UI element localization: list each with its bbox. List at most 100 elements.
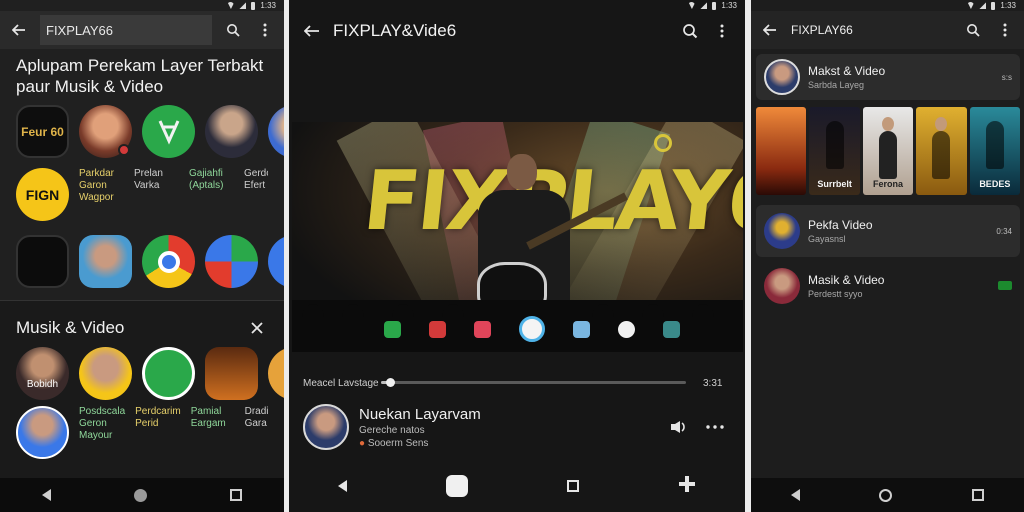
section-label-3[interactable]: Pamial Eargam bbox=[191, 406, 235, 430]
app-icon-fire[interactable] bbox=[205, 347, 258, 400]
card-thumb bbox=[764, 213, 800, 249]
more-vert-icon[interactable] bbox=[254, 19, 276, 41]
record-button[interactable] bbox=[519, 316, 545, 342]
app-title: FIXPLAY&Vide6 bbox=[333, 21, 457, 40]
app-icon-badge[interactable] bbox=[142, 347, 195, 400]
app-icon-orange[interactable] bbox=[268, 347, 284, 400]
back-arrow-icon[interactable] bbox=[301, 20, 323, 42]
app-icon-feur[interactable]: Feur 60 bbox=[16, 105, 69, 158]
poster-face bbox=[935, 117, 948, 131]
badge-icon bbox=[118, 144, 130, 156]
card-sub: Sarbda Layeg bbox=[808, 80, 865, 90]
search-icon[interactable] bbox=[962, 19, 984, 41]
library-card-3[interactable]: Masik & Video Perdestt syyo bbox=[756, 264, 1020, 308]
now-playing-row[interactable]: Nuekan Layarvam Gereche natos ● Sooerm S… bbox=[303, 402, 731, 452]
app-icon-multi[interactable] bbox=[205, 235, 258, 288]
effect-green-icon[interactable] bbox=[384, 320, 401, 338]
nav-recents-icon[interactable] bbox=[972, 489, 985, 501]
section-label-2[interactable]: Perdcarim Perid bbox=[135, 406, 181, 430]
poster-1[interactable] bbox=[756, 107, 807, 195]
timer-icon[interactable] bbox=[618, 320, 635, 338]
app-label-3[interactable]: Gajiahfi (Aptals) bbox=[189, 168, 234, 192]
section-label-4[interactable]: Dradisi Gara bbox=[245, 406, 268, 430]
nav-back-icon[interactable] bbox=[338, 480, 348, 492]
effect-red-icon[interactable] bbox=[429, 320, 446, 338]
app-icon-portrait[interactable] bbox=[79, 105, 132, 158]
status-bar: 1:33 bbox=[0, 0, 284, 11]
nav-recents-icon[interactable] bbox=[566, 480, 579, 492]
card-thumb bbox=[764, 268, 800, 304]
now-playing-sub: Gereche natos bbox=[359, 424, 425, 436]
app-icon-portrait-blue[interactable] bbox=[16, 406, 69, 459]
app-icon-avatar[interactable] bbox=[205, 105, 258, 158]
card-meta: 0:34 bbox=[996, 226, 1012, 236]
poster-caption: Ferona bbox=[873, 179, 904, 189]
section-row-2: Posdscala Geron Mayour Perdcarim Perid P… bbox=[0, 406, 284, 459]
player-appbar: FIXPLAY&Vide6 bbox=[289, 11, 745, 51]
status-time: 1:33 bbox=[260, 1, 276, 10]
screen-icon[interactable] bbox=[663, 320, 680, 338]
poster-face bbox=[882, 117, 895, 131]
search-icon[interactable] bbox=[222, 19, 244, 41]
now-playing-sub2-text: Sooerm Sens bbox=[367, 437, 429, 449]
nav-home-icon[interactable] bbox=[133, 488, 147, 502]
app-icon-blue[interactable] bbox=[268, 235, 284, 288]
hero-title: Aplupam Perekam Layer Terbakt paur Musik… bbox=[16, 56, 264, 96]
more-horiz-icon[interactable] bbox=[699, 416, 731, 438]
nav-recents-icon[interactable] bbox=[230, 489, 243, 501]
effect-image-icon[interactable] bbox=[474, 320, 491, 338]
app-icon-green[interactable] bbox=[142, 105, 195, 158]
poster-figure bbox=[932, 131, 951, 179]
video-player[interactable]: FIXPLAY66 bbox=[292, 122, 743, 352]
transition-icon[interactable] bbox=[573, 320, 590, 338]
poster-3[interactable]: Ferona bbox=[862, 107, 914, 195]
now-playing-title: Nuekan Layarvam bbox=[359, 405, 481, 423]
nav-back-icon[interactable] bbox=[790, 489, 800, 501]
signal-icon bbox=[979, 2, 987, 9]
chrome-icon[interactable] bbox=[142, 235, 195, 288]
nav-back-icon[interactable] bbox=[41, 489, 51, 501]
library-card-2[interactable]: Pekfa Video Gayasnsl 0:34 bbox=[756, 205, 1020, 257]
app-label-2[interactable]: Prelan Varka bbox=[134, 168, 179, 192]
app-icon-caption: FIGN bbox=[25, 186, 60, 203]
wifi-icon bbox=[227, 2, 235, 9]
poster-2[interactable]: Surrbelt bbox=[809, 107, 860, 195]
app-icon-bobidh[interactable]: Bobidh bbox=[16, 347, 69, 400]
green-badge-icon bbox=[998, 280, 1012, 290]
now-playing-sub2: ● Sooerm Sens bbox=[359, 438, 481, 449]
app-label-1[interactable]: Parkdar Garon Wagpor bbox=[79, 168, 124, 204]
seek-bar[interactable] bbox=[381, 378, 686, 387]
close-icon[interactable] bbox=[246, 317, 268, 339]
search-icon[interactable] bbox=[679, 20, 701, 42]
registered-mark bbox=[654, 134, 672, 152]
search-field[interactable]: FIXPLAY66 bbox=[40, 15, 212, 45]
more-vert-icon[interactable] bbox=[711, 20, 733, 42]
app-icon-portrait-yellow[interactable] bbox=[79, 347, 132, 400]
library-appbar: FIXPLAY66 bbox=[751, 11, 1024, 49]
more-vert-icon[interactable] bbox=[994, 19, 1016, 41]
creator-avatar[interactable] bbox=[303, 404, 349, 450]
game-controller-icon[interactable] bbox=[678, 475, 696, 498]
battery-icon bbox=[251, 1, 256, 10]
volume-icon[interactable] bbox=[667, 416, 689, 438]
seek-thumb[interactable] bbox=[386, 378, 396, 387]
poster-5[interactable]: BEDES bbox=[969, 107, 1021, 195]
section-label-1[interactable]: Posdscala Geron Mayour bbox=[79, 406, 125, 442]
app-icon-face[interactable] bbox=[79, 235, 132, 288]
poster-figure bbox=[985, 121, 1004, 169]
battery-icon bbox=[991, 1, 996, 10]
app-label-4[interactable]: Gerdo Efert bbox=[244, 168, 268, 192]
app-icon-caption: Feur 60 bbox=[21, 124, 64, 139]
card-thumb bbox=[764, 59, 800, 95]
nav-home-icon[interactable] bbox=[879, 488, 893, 502]
app-icon-dark[interactable] bbox=[16, 235, 69, 288]
battery-icon bbox=[712, 1, 717, 10]
library-card-1[interactable]: Makst & Video Sarbda Layeg s:s bbox=[756, 54, 1020, 100]
app-title: FIXPLAY66 bbox=[791, 23, 853, 37]
app-icon-avatar-2[interactable] bbox=[268, 105, 284, 158]
app-icon-fign[interactable]: FIGN bbox=[16, 168, 69, 221]
back-arrow-icon[interactable] bbox=[8, 19, 30, 41]
back-arrow-icon[interactable] bbox=[759, 19, 781, 41]
nav-home-icon[interactable] bbox=[446, 475, 469, 497]
poster-4[interactable] bbox=[916, 107, 967, 195]
